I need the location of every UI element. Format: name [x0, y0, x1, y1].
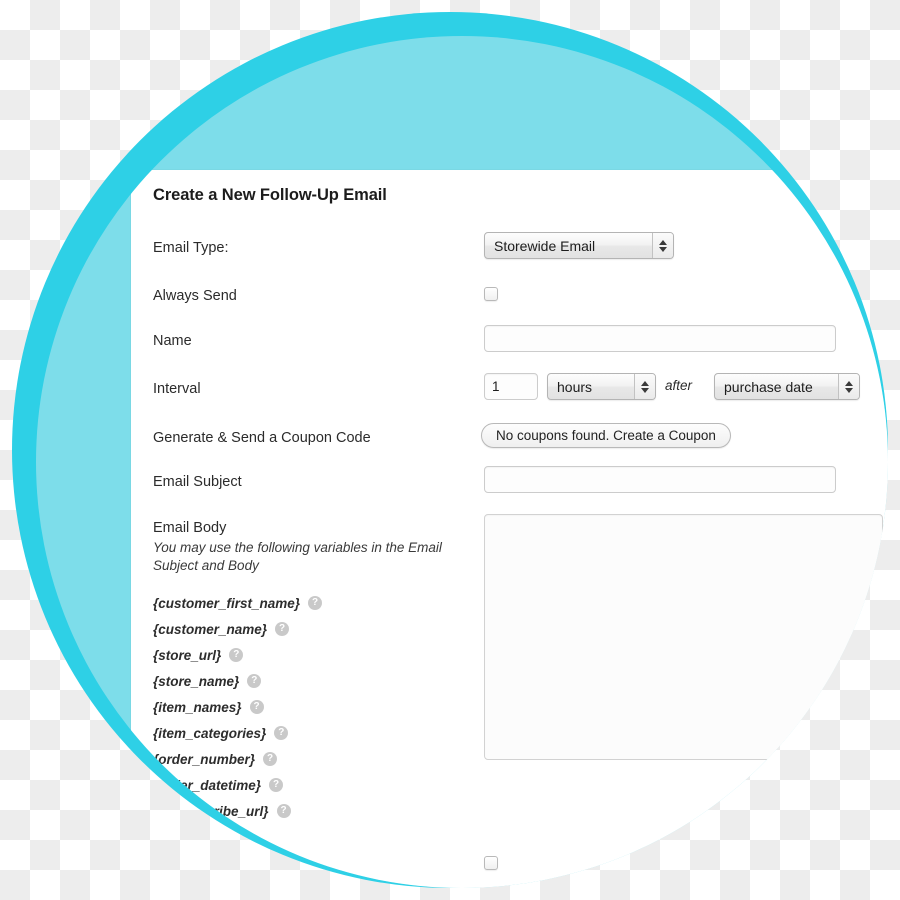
help-icon[interactable]: ? [263, 752, 278, 766]
decorative-circle-fill: Create a New Follow-Up Email Email Type:… [36, 36, 888, 888]
variable-token: {order_number} [153, 751, 256, 767]
decorative-circle-ring: Create a New Follow-Up Email Email Type:… [12, 12, 888, 888]
label-email-type: Email Type: [153, 240, 229, 256]
chevron-updown-icon [838, 374, 859, 399]
list-item[interactable]: {unsubscribe_url} ? [153, 798, 322, 824]
interval-anchor-select[interactable]: purchase date [714, 373, 860, 400]
help-icon[interactable]: ? [276, 804, 291, 818]
interval-unit-select[interactable]: hours [547, 373, 656, 400]
label-coupon-code: Generate & Send a Coupon Code [153, 430, 371, 446]
help-icon[interactable]: ? [249, 700, 264, 714]
label-tracking: tracking to links [153, 856, 253, 872]
help-icon[interactable]: ? [274, 726, 289, 740]
help-icon[interactable]: ? [247, 674, 262, 688]
variable-token: {order_datetime} [153, 777, 262, 793]
variable-token: {store_url} [153, 647, 222, 663]
name-input[interactable] [484, 325, 836, 352]
list-item[interactable]: {order_datetime} ? [153, 772, 322, 798]
list-item[interactable]: {item_names} ? [153, 694, 322, 720]
email-type-value: Storewide Email [494, 237, 596, 254]
interval-unit-value: hours [557, 378, 593, 395]
chevron-updown-icon [652, 233, 673, 258]
email-subject-input[interactable] [484, 466, 836, 493]
tracking-checkbox[interactable] [484, 856, 498, 870]
help-icon[interactable]: ? [229, 648, 244, 662]
email-body-hint: You may use the following variables in t… [153, 540, 442, 574]
variable-token: {customer_name} [153, 621, 268, 637]
list-item[interactable]: {customer_first_name} ? [153, 590, 323, 616]
screenshot-root: Create a New Follow-Up Email Email Type:… [0, 0, 900, 900]
page-title: Create a New Follow-Up Email [153, 186, 387, 204]
list-item[interactable]: {order_number} ? [153, 746, 322, 772]
variable-token: {unsubscribe_url} [153, 803, 269, 819]
interval-amount-input[interactable]: 1 [484, 373, 538, 400]
list-item[interactable]: {store_name} ? [153, 668, 322, 694]
help-icon[interactable]: ? [308, 596, 323, 610]
variable-token: {item_names} [153, 699, 242, 715]
variable-token: {customer_first_name} [153, 595, 301, 611]
form-card: Create a New Follow-Up Email Email Type:… [131, 170, 888, 888]
create-coupon-button[interactable]: No coupons found. Create a Coupon [481, 423, 731, 448]
label-always-send: Always Send [153, 288, 237, 304]
email-body-textarea[interactable] [484, 514, 883, 760]
label-name: Name [153, 333, 192, 349]
list-item[interactable]: {customer_name} ? [153, 616, 322, 642]
interval-anchor-value: purchase date [724, 378, 813, 395]
always-send-checkbox[interactable] [484, 287, 498, 301]
email-type-select[interactable]: Storewide Email [484, 232, 674, 259]
label-interval: Interval [153, 381, 201, 397]
variable-token: {store_name} [153, 673, 240, 689]
help-icon[interactable]: ? [275, 622, 290, 636]
list-item[interactable]: {store_url} ? [153, 642, 322, 668]
label-email-subject: Email Subject [153, 474, 242, 490]
variable-list: {customer_first_name} ? {customer_name} … [153, 590, 323, 824]
help-icon[interactable]: ? [269, 778, 284, 792]
variable-token: {item_categories} [153, 725, 267, 741]
chevron-updown-icon [634, 374, 655, 399]
label-email-body: Email Body [153, 520, 227, 536]
interval-joiner-text: after [665, 378, 693, 393]
list-item[interactable]: {item_categories} ? [153, 720, 322, 746]
